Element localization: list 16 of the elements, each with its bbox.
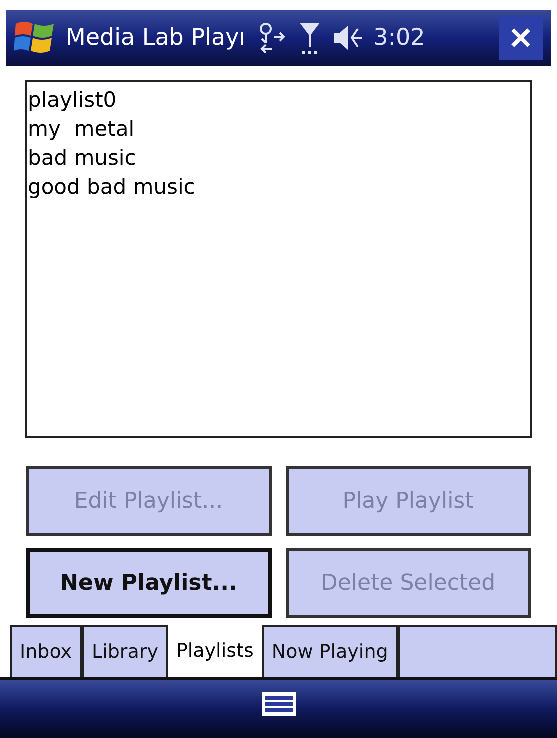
tab[interactable]: Library [82, 625, 168, 677]
clock-time: 3:02 [374, 24, 426, 53]
signal-icon [298, 21, 322, 55]
tab[interactable]: Now Playing [262, 625, 398, 677]
playlist-item[interactable]: playlist0 [27, 86, 118, 115]
window-title: Media Lab Playı [66, 24, 246, 53]
speaker-icon [332, 23, 364, 53]
close-button[interactable] [499, 16, 543, 60]
playlist-item[interactable]: my metal [27, 115, 136, 144]
close-icon [510, 27, 532, 49]
playlist-list[interactable]: playlist0 my metal bad music good bad music [25, 80, 532, 438]
keyboard-icon[interactable] [262, 692, 296, 716]
playlist-item[interactable]: bad music [27, 144, 138, 173]
tab[interactable]: Inbox [10, 625, 82, 677]
action-button[interactable]: New Playlist... [26, 548, 272, 618]
playlist-item[interactable]: good bad music [27, 173, 196, 202]
